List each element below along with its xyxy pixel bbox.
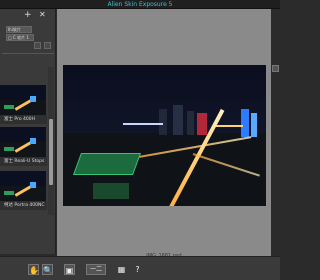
building [173, 105, 183, 135]
preset-label[interactable]: 富士 Reali-U Stops [0, 157, 47, 166]
sidebar-header: + ✕ [0, 9, 56, 21]
preset-thumbnail[interactable] [0, 171, 46, 205]
light-strip [213, 125, 243, 127]
zoom-tool-icon[interactable]: 🔍 [42, 264, 53, 275]
preset-label[interactable]: 富士 Pro 400H [0, 115, 47, 124]
thumb-sky [0, 171, 46, 187]
preset-scrollbar-thumb[interactable] [49, 119, 53, 185]
preset-sidebar: + ✕ Ihi软片 □ C 软片 1 富士 Pro 400H 富士 Reali-… [0, 9, 56, 254]
thumb-blue [30, 138, 36, 144]
bottom-toolbar: ✋ 🔍 ▣ 一二 ▦ ? [0, 256, 280, 280]
thumb-green [4, 191, 14, 195]
preview-photo [63, 65, 266, 206]
single-view-icon[interactable]: ▦ [116, 264, 127, 275]
layout-dropdown-icon[interactable]: ▣ [64, 264, 75, 275]
thumb-sky [0, 127, 46, 143]
building [159, 109, 167, 135]
light-strip [123, 123, 163, 125]
preset-label[interactable]: 柯达 Portra 400NC [0, 201, 47, 210]
park [93, 183, 129, 199]
thumb-green [4, 147, 14, 151]
thumb-sky [0, 85, 46, 101]
preset-subcategory-row[interactable]: □ C 软片 1 [6, 34, 34, 41]
sidebar-divider [2, 53, 54, 54]
building [187, 111, 194, 135]
help-icon[interactable]: ? [132, 264, 143, 275]
title-bar: Alien Skin Exposure 5 [0, 0, 280, 9]
preset-list: 富士 Pro 400H 富士 Reali-U Stops 柯达 Portra 4… [0, 67, 47, 215]
preset-category-label: Ihi软片 [8, 27, 21, 32]
thumb-blue [30, 182, 36, 188]
app-title: Alien Skin Exposure 5 [107, 1, 173, 8]
right-panel-strip [271, 9, 280, 256]
lit-building [251, 113, 257, 137]
split-view-button[interactable]: 一二 [86, 264, 106, 275]
hand-tool-icon[interactable]: ✋ [28, 264, 39, 275]
thumb-green [4, 105, 14, 109]
grid-view-icon[interactable] [44, 42, 51, 49]
preset-thumbnail[interactable] [0, 85, 46, 119]
stadium [72, 153, 142, 175]
close-panel-icon[interactable]: ✕ [39, 9, 46, 21]
lit-building [241, 109, 249, 137]
preset-category-row[interactable]: Ihi软片 [6, 26, 32, 33]
thumb-blue [30, 96, 36, 102]
add-preset-icon[interactable]: + [24, 9, 32, 21]
lit-building [197, 113, 207, 135]
preset-thumbnail[interactable] [0, 127, 46, 161]
panel-toggle-icon[interactable] [272, 65, 279, 72]
preview-canvas: IMG_1681.psd [57, 9, 271, 259]
preset-subcategory-label: □ C 软片 1 [8, 35, 29, 40]
list-view-icon[interactable] [34, 42, 41, 49]
